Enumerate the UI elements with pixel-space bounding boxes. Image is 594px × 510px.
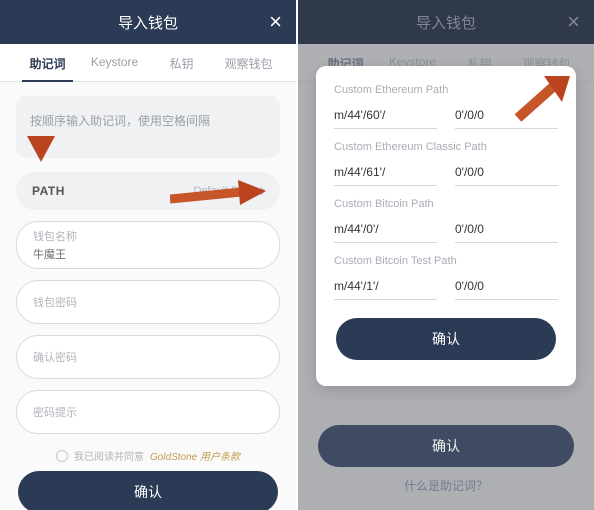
btc-path-prefix[interactable]: m/44'/0'/ — [334, 216, 437, 243]
etc-path-suffix[interactable]: 0'/0/0 — [455, 159, 558, 186]
password-hint-field[interactable]: 密码提示 — [16, 390, 280, 434]
etc-path-prefix[interactable]: m/44'/61'/ — [334, 159, 437, 186]
group-label-btc: Custom Bitcoin Path — [334, 198, 558, 210]
group-label-eth: Custom Ethereum Path — [334, 84, 558, 96]
tab-private-key[interactable]: 私钥 — [148, 44, 215, 81]
wallet-password-placeholder: 钱包密码 — [33, 294, 263, 310]
wallet-password-field[interactable]: 钱包密码 — [16, 280, 280, 324]
btc-test-path-prefix[interactable]: m/44'/1'/ — [334, 273, 437, 300]
chevron-right-icon — [257, 187, 265, 195]
terms-radio-icon[interactable] — [56, 450, 68, 462]
tab-mnemonic[interactable]: 助记词 — [14, 44, 81, 81]
import-wallet-screen-modal: 导入钱包 × 助记词 Keystore 私钥 观察钱包 Custom Ether… — [296, 0, 594, 510]
btc-path-suffix[interactable]: 0'/0/0 — [455, 216, 558, 243]
tab-keystore[interactable]: Keystore — [81, 44, 148, 81]
tab-watch-wallet[interactable]: 观察钱包 — [215, 44, 282, 81]
confirm-password-placeholder: 确认密码 — [33, 349, 263, 365]
terms-prefix: 我已阅读并同意 — [74, 448, 144, 463]
eth-path-prefix[interactable]: m/44'/60'/ — [334, 102, 437, 129]
terms-link[interactable]: GoldStone 用户条款 — [150, 448, 240, 463]
modal-confirm-button[interactable]: 确认 — [336, 318, 556, 360]
btc-test-path-suffix[interactable]: 0'/0/0 — [455, 273, 558, 300]
mnemonic-placeholder: 按顺序输入助记词，使用空格间隔 — [30, 114, 210, 128]
help-link-right: 什么是助记词？ — [316, 477, 576, 500]
header: 导入钱包 × — [0, 0, 296, 44]
close-icon[interactable]: × — [269, 11, 282, 33]
tab-bar: 助记词 Keystore 私钥 观察钱包 — [0, 44, 296, 82]
path-label: PATH — [32, 184, 65, 198]
header-title: 导入钱包 — [118, 12, 178, 33]
group-label-etc: Custom Ethereum Classic Path — [334, 141, 558, 153]
terms-row[interactable]: 我已阅读并同意 GoldStone 用户条款 — [16, 448, 280, 463]
form-content: 按顺序输入助记词，使用空格间隔 PATH Default Path 钱包名称 牛… — [0, 82, 296, 510]
path-modal: Custom Ethereum Path m/44'/60'/ 0'/0/0 C… — [316, 66, 576, 386]
wallet-name-field[interactable]: 钱包名称 牛魔王 — [16, 221, 280, 269]
mnemonic-input[interactable]: 按顺序输入助记词，使用空格间隔 — [16, 96, 280, 158]
eth-path-suffix[interactable]: 0'/0/0 — [455, 102, 558, 129]
dim-footer: 确认 什么是助记词？ — [316, 421, 576, 500]
path-value: Default Path — [193, 185, 264, 197]
password-hint-placeholder: 密码提示 — [33, 404, 263, 420]
confirm-password-field[interactable]: 确认密码 — [16, 335, 280, 379]
confirm-button-right: 确认 — [318, 425, 574, 467]
import-wallet-screen-main: 导入钱包 × 助记词 Keystore 私钥 观察钱包 按顺序输入助记词，使用空… — [0, 0, 296, 510]
path-row[interactable]: PATH Default Path — [16, 172, 280, 210]
wallet-name-placeholder: 钱包名称 — [33, 228, 263, 244]
group-label-btc-test: Custom Bitcoin Test Path — [334, 255, 558, 267]
confirm-button[interactable]: 确认 — [18, 471, 278, 510]
wallet-name-value: 牛魔王 — [33, 246, 263, 262]
